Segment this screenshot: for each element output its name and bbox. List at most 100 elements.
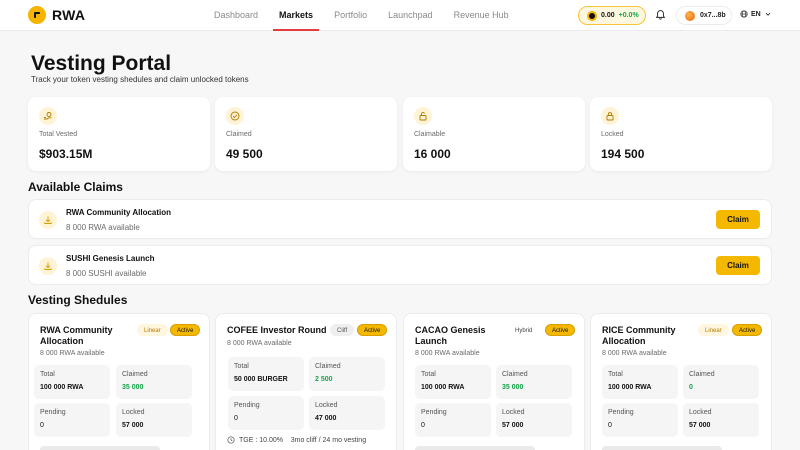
schedule-name: CACAO Genesis Launch: [415, 325, 486, 346]
claim-item: RWA Community Allocation 8 000 RWA avail…: [28, 199, 772, 239]
claim-name: RWA Community Allocation: [66, 208, 172, 217]
wallet-address: 0x7...8b: [700, 12, 726, 19]
language-label: EN: [751, 10, 761, 18]
schedule-name: RICE Community Allocation: [602, 325, 676, 346]
token-price-change: +0.0%: [618, 12, 639, 19]
nav-revenue-hub[interactable]: Revenue Hub: [448, 0, 515, 31]
schedule-card: COFEE Investor Round Cliff Active 8 000 …: [215, 313, 397, 450]
brand-name: RWA: [52, 7, 86, 23]
wallet-avatar-icon: [685, 10, 695, 21]
schedule-name: COFEE Investor Round: [227, 325, 327, 335]
schedule-pending: Pending 0: [415, 403, 491, 437]
schedule-name: RWA Community Allocation: [40, 325, 113, 346]
schedule-locked: Locked 47 000: [309, 396, 385, 430]
brand-logo[interactable]: RWA: [28, 6, 85, 24]
cell-value: 35 000: [122, 384, 144, 391]
schedule-total: Total 100 000 RWA: [34, 365, 110, 399]
stat-label: Locked: [601, 131, 624, 138]
schedule-type-badge: Hybrid: [508, 324, 540, 336]
claim-button[interactable]: Claim: [716, 210, 760, 229]
vesting-schedules-title: Vesting Shedules: [28, 293, 128, 307]
available-claims-title: Available Claims: [28, 180, 123, 194]
schedule-status-badge: Active: [170, 324, 201, 336]
schedule-note-text: TGE : 10.00% 3mo cliff / 24 mo vesting: [239, 436, 367, 444]
cell-label: Total: [608, 371, 623, 378]
cell-label: Claimed: [122, 371, 148, 378]
cell-value: 0: [234, 415, 238, 422]
stat-card-locked: Locked 194 500: [590, 97, 772, 171]
cell-value: 100 000 RWA: [608, 384, 652, 391]
clock-icon: [227, 436, 235, 444]
claim-name: SUSHI Genesis Launch: [66, 254, 155, 263]
schedule-locked: Locked 57 000: [683, 403, 759, 437]
schedule-note-placeholder: [602, 446, 722, 450]
page-subtitle: Track your token vesting shedules and cl…: [31, 75, 249, 84]
schedule-note-placeholder: [40, 446, 160, 450]
cell-value: 0: [608, 422, 612, 429]
stat-value: 49 500: [226, 147, 263, 161]
schedule-total: Total 100 000 RWA: [602, 365, 678, 399]
schedule-total: Total 50 000 BURGER: [228, 357, 304, 391]
cell-label: Total: [234, 363, 249, 370]
schedule-claimed: Claimed 0: [683, 365, 759, 399]
claim-available: 8 000 SUSHI available: [66, 269, 147, 278]
cell-value: 2 500: [315, 376, 333, 383]
language-selector[interactable]: EN: [740, 10, 772, 18]
schedule-locked: Locked 57 000: [116, 403, 192, 437]
schedule-claimed: Claimed 35 000: [116, 365, 192, 399]
cell-label: Claimed: [502, 371, 528, 378]
chevron-down-icon: [765, 12, 771, 16]
brand-logo-icon: [28, 6, 46, 24]
cell-value: 35 000: [502, 384, 524, 391]
cell-value: 100 000 RWA: [421, 384, 465, 391]
download-icon: [39, 211, 57, 229]
schedule-card: RWA Community Allocation Linear Active 8…: [28, 313, 210, 450]
schedule-available: 8 000 RWA available: [415, 350, 480, 357]
schedule-pending: Pending 0: [34, 403, 110, 437]
notification-bell-icon[interactable]: [655, 9, 666, 21]
cell-label: Locked: [689, 409, 712, 416]
cell-label: Locked: [315, 402, 338, 409]
nav-markets[interactable]: Markets: [273, 0, 320, 31]
unlock-icon: [414, 107, 432, 125]
schedule-available: 8 000 RWA available: [227, 340, 292, 347]
check-circle-icon: [226, 107, 244, 125]
cell-label: Claimed: [689, 371, 715, 378]
schedule-card: CACAO Genesis Launch Hybrid Active 8 000…: [403, 313, 585, 450]
top-navigation-bar: RWA Dashboard Markets Portfolio Launchpa…: [0, 0, 800, 31]
token-price-pill[interactable]: 0.00 +0.0%: [578, 6, 646, 25]
stat-label: Total Vested: [39, 131, 78, 138]
globe-icon: [740, 10, 748, 18]
schedule-pending: Pending 0: [228, 396, 304, 430]
cell-label: Pending: [421, 409, 447, 416]
main-nav: Dashboard Markets Portfolio Launchpad Re…: [208, 0, 524, 31]
cell-value: 0: [421, 422, 425, 429]
cell-value: 0: [40, 422, 44, 429]
cell-value: 57 000: [689, 422, 711, 429]
cell-value: 57 000: [122, 422, 144, 429]
cell-label: Pending: [234, 402, 260, 409]
stat-value: 194 500: [601, 147, 645, 161]
cell-label: Total: [421, 371, 436, 378]
claim-button[interactable]: Claim: [716, 256, 760, 275]
cell-value: 100 000 RWA: [40, 384, 84, 391]
schedule-type-badge: Cliff: [330, 324, 355, 336]
claim-available: 8 000 RWA available: [66, 223, 140, 232]
schedule-note-placeholder: [415, 446, 535, 450]
stat-card-claimed: Claimed 49 500: [215, 97, 397, 171]
schedule-available: 8 000 RWA available: [602, 350, 667, 357]
schedule-card: RICE Community Allocation Linear Active …: [590, 313, 772, 450]
page-title: Vesting Portal: [31, 52, 172, 75]
stat-card-total-vested: Total Vested $903.15M: [28, 97, 210, 171]
stat-label: Claimed: [226, 131, 252, 138]
cell-label: Pending: [608, 409, 634, 416]
schedule-claimed: Claimed 2 500: [309, 357, 385, 391]
nav-portfolio[interactable]: Portfolio: [328, 0, 373, 31]
nav-dashboard[interactable]: Dashboard: [208, 0, 264, 31]
stat-card-claimable: Claimable 16 000: [403, 97, 585, 171]
claim-item: SUSHI Genesis Launch 8 000 SUSHI availab…: [28, 245, 772, 285]
wallet-button[interactable]: 0x7...8b: [676, 6, 732, 25]
cell-value: 0: [689, 384, 693, 391]
cell-label: Total: [40, 371, 55, 378]
nav-launchpad[interactable]: Launchpad: [382, 0, 439, 31]
